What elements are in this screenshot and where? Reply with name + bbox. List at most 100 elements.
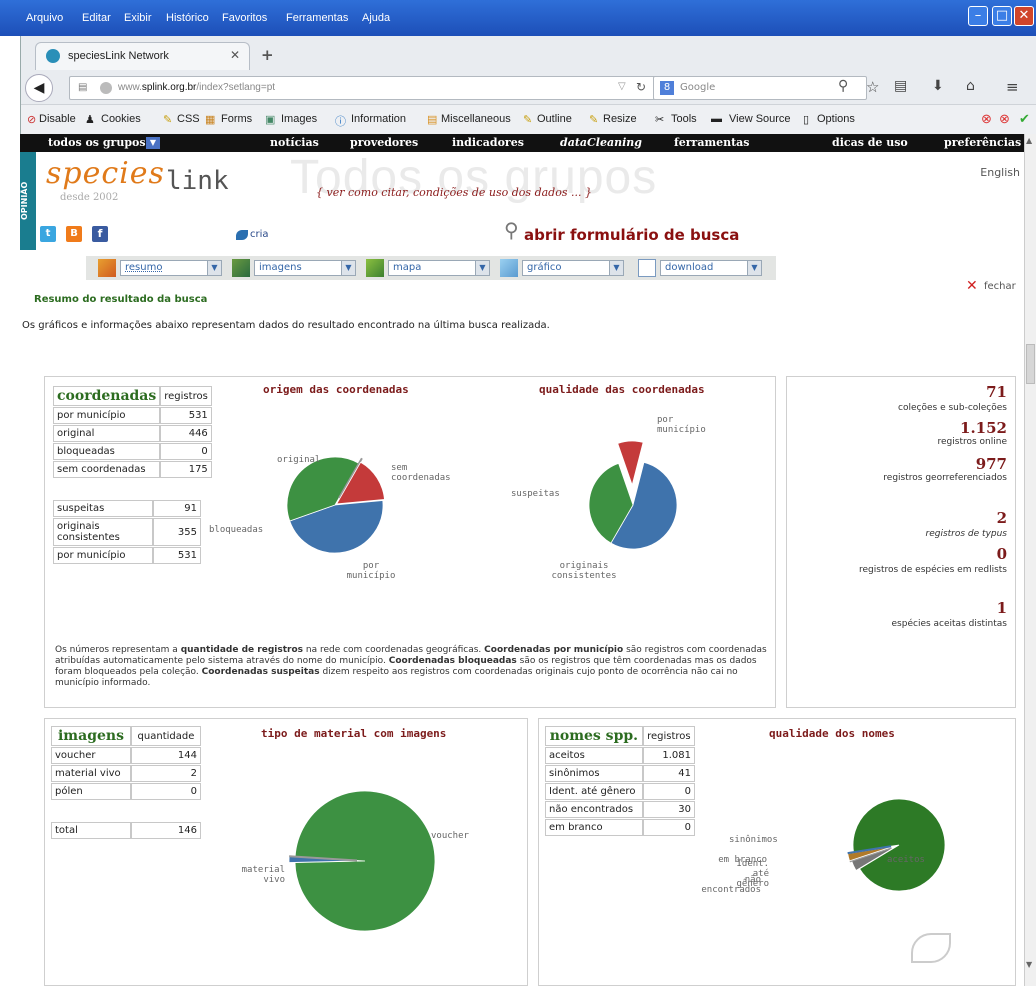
menu-ferramentas[interactable]: Ferramentas (286, 12, 348, 24)
maximize-button[interactable]: □ (992, 6, 1012, 26)
coords-table: coordenadas registros por município 531 or… (53, 385, 212, 479)
bookmarks-list-icon[interactable]: ▤ (894, 78, 907, 94)
web-developer-toolbar: ⊘ Disable ♟ Cookies ✎ CSS ▦ Forms ▣ Imag… (21, 104, 1036, 134)
scroll-down-icon[interactable]: ▼ (1026, 960, 1032, 969)
close-x-icon[interactable]: ✕ (966, 278, 978, 294)
tab-resumo[interactable]: resumo ▼ (120, 260, 222, 276)
stat-label: espécies aceitas distintas (891, 619, 1007, 629)
nav-noticias[interactable]: notícias (270, 136, 319, 149)
dropdown-icon[interactable]: ▽ (618, 81, 626, 92)
blogger-icon[interactable]: B (66, 226, 82, 242)
coords-title: coordenadas (53, 386, 161, 406)
warning-icon[interactable]: ⊗ (999, 111, 1010, 127)
chart-icon (500, 259, 518, 277)
tool-tools[interactable]: Tools (671, 113, 697, 125)
logo-since: desde 2002 (60, 192, 119, 203)
tool-forms[interactable]: Forms (221, 113, 252, 125)
browser-tab[interactable]: speciesLink Network ✕ (35, 42, 250, 70)
search-bar[interactable]: 8 Google (653, 76, 867, 100)
tab-close-icon[interactable]: ✕ (230, 48, 240, 62)
table-row: por município 531 (53, 407, 212, 424)
tool-options[interactable]: Options (817, 113, 855, 125)
tool-css[interactable]: CSS (177, 113, 200, 125)
new-tab-icon[interactable]: + (261, 46, 274, 64)
note-emphasis: Coordenadas por município (484, 645, 624, 655)
resize-icon: ✎ (589, 114, 599, 126)
nav-indicadores[interactable]: indicadores (452, 136, 524, 149)
close-window-button[interactable]: ✕ (1014, 6, 1034, 26)
pie-label-original: original (277, 455, 321, 465)
opinion-tab[interactable]: OPINIÃO (20, 152, 36, 250)
address-bar[interactable]: ▤ www.splink.org.br/index?setlang=pt ▽ ↻ (69, 76, 669, 100)
tool-resize[interactable]: Resize (603, 113, 637, 125)
pie-names-slices (847, 798, 946, 892)
language-link[interactable]: English (980, 166, 1020, 179)
error-icon[interactable]: ⊗ (981, 111, 992, 127)
tab-imagens-label: imagens (259, 262, 302, 273)
table-row: voucher 144 (51, 747, 201, 764)
nav-dicas-de-uso[interactable]: dicas de uso (832, 136, 908, 149)
pie-label-sem-coordenadas: sem coordenadas (391, 463, 451, 483)
tool-cookies[interactable]: Cookies (101, 113, 141, 125)
nav-provedores[interactable]: provedores (350, 136, 418, 149)
table-row: Ident. até gênero 0 (545, 783, 695, 800)
back-button[interactable]: ◀ (25, 74, 53, 102)
tool-images[interactable]: Images (281, 113, 317, 125)
tool-miscellaneous[interactable]: Miscellaneous (441, 113, 511, 125)
table-row: bloqueadas 0 (53, 443, 212, 460)
facebook-icon[interactable]: f (92, 226, 108, 242)
close-link[interactable]: fechar (984, 281, 1016, 292)
menu-favoritos[interactable]: Favoritos (222, 12, 267, 24)
misc-icon: ▤ (427, 114, 438, 126)
tool-disable[interactable]: Disable (39, 113, 76, 125)
table-row: material vivo 2 (51, 765, 201, 782)
total-value: 146 (131, 822, 201, 839)
row-label: aceitos (545, 747, 643, 764)
tool-view-source[interactable]: View Source (729, 113, 791, 125)
logo-species: species (46, 156, 165, 191)
tab-mapa[interactable]: mapa ▼ (388, 260, 490, 276)
menu-icon[interactable]: ≡ (1006, 78, 1019, 96)
chevron-down-icon: ▼ (609, 261, 623, 275)
open-search-form-link[interactable]: abrir formulário de busca (524, 226, 739, 244)
cite-link[interactable]: { ver como citar, condições de uso dos d… (316, 186, 592, 199)
menu-ajuda[interactable]: Ajuda (362, 12, 390, 24)
reload-icon[interactable]: ↻ (636, 80, 646, 94)
chart-images (288, 790, 436, 932)
home-icon[interactable]: ⌂ (966, 78, 975, 94)
options-icon: ▯ (803, 114, 810, 126)
downloads-icon[interactable]: ⬇ (932, 78, 944, 94)
bookmark-star-icon[interactable]: ☆ (866, 78, 879, 96)
tab-imagens[interactable]: imagens ▼ (254, 260, 356, 276)
stat-number: 977 (975, 455, 1007, 473)
search-icon[interactable]: ⚲ (838, 78, 848, 94)
nav-datacleaning[interactable]: dataCleaning (560, 136, 642, 149)
url-prefix: www. (118, 82, 142, 93)
images-icon (232, 259, 250, 277)
tab-download[interactable]: download ▼ (660, 260, 762, 276)
nav-preferencias[interactable]: preferências (944, 136, 1021, 149)
tab-grafico[interactable]: gráfico ▼ (522, 260, 624, 276)
url-path: /index?setlang=pt (196, 82, 276, 93)
coords-note: Os números representam a quantidade de r… (55, 645, 767, 689)
disable-icon: ⊘ (27, 114, 37, 126)
menu-exibir[interactable]: Exibir (124, 12, 152, 24)
page-scrollbar[interactable]: ▲ ▼ (1024, 134, 1036, 986)
scroll-up-icon[interactable]: ▲ (1026, 136, 1032, 145)
nav-ferramentas[interactable]: ferramentas (674, 136, 750, 149)
tool-information[interactable]: Information (351, 113, 406, 125)
search-magnifier-icon[interactable]: ⚲ (504, 218, 519, 242)
menu-historico[interactable]: Histórico (166, 12, 209, 24)
check-icon[interactable]: ✔ (1019, 111, 1030, 127)
row-label: originais consistentes (53, 518, 153, 546)
twitter-icon[interactable]: t (40, 226, 56, 242)
menu-arquivo[interactable]: Arquivo (26, 12, 63, 24)
nav-todos-os-grupos[interactable]: todos os grupos (48, 136, 146, 149)
menu-editar[interactable]: Editar (82, 12, 111, 24)
minimize-button[interactable]: – (968, 6, 988, 26)
scroll-thumb[interactable] (1026, 344, 1035, 384)
tool-outline[interactable]: Outline (537, 113, 572, 125)
tools-icon: ✂ (655, 114, 665, 126)
chevron-down-icon[interactable]: ▼ (146, 137, 160, 149)
chevron-down-icon: ▼ (475, 261, 489, 275)
